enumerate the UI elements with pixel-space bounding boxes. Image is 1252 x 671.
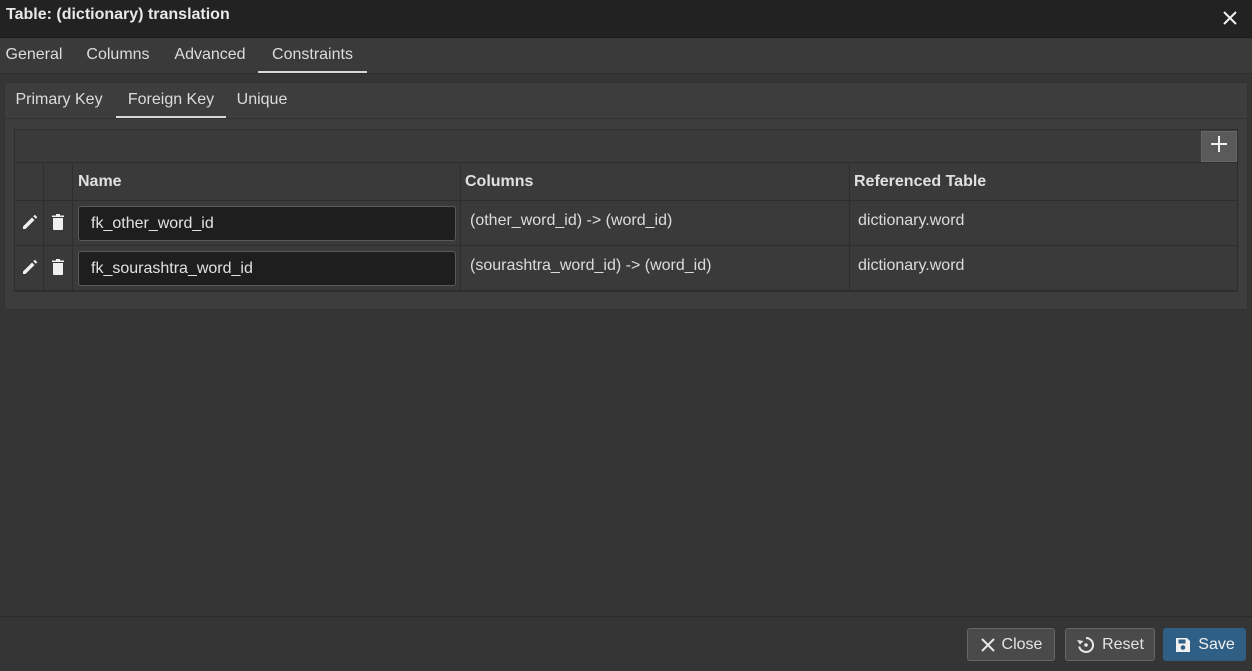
close-button-label: Close [1001,635,1043,653]
tab-columns[interactable]: Columns [76,38,160,73]
table-row: fk_sourashtra_word_id (sourashtra_word_i… [15,246,1237,291]
main-tabs: General Columns Advanced Constraints [0,38,1252,74]
columns-cell[interactable]: (sourashtra_word_id) -> (word_id) [470,246,711,290]
save-button[interactable]: Save [1163,628,1246,661]
header-referenced-table[interactable]: Referenced Table [854,163,986,200]
reset-icon [1076,635,1096,655]
constraint-name-field[interactable]: fk_sourashtra_word_id [78,251,456,286]
pencil-icon[interactable] [20,212,40,232]
grid-toolbar [15,130,1237,163]
close-icon [980,637,996,653]
foreign-key-grid: Name Columns Referenced Table fk_other_w… [14,129,1238,292]
trash-icon[interactable] [48,257,68,277]
dialog-title: Table: (dictionary) translation [6,6,230,23]
constraint-subtabs: Primary Key Foreign Key Unique [5,83,1247,119]
tab-advanced[interactable]: Advanced [166,38,254,73]
referenced-table-cell[interactable]: dictionary.word [858,201,964,245]
table-row: fk_other_word_id (other_word_id) -> (wor… [15,201,1237,246]
subtab-primary-key[interactable]: Primary Key [9,83,109,118]
tab-constraints[interactable]: Constraints [258,38,367,73]
pencil-icon[interactable] [20,257,40,277]
columns-cell[interactable]: (other_word_id) -> (word_id) [470,201,672,245]
subtab-foreign-key[interactable]: Foreign Key [116,83,226,118]
close-icon[interactable] [1222,10,1238,26]
floppy-disk-icon [1174,636,1192,654]
dialog-titlebar: Table: (dictionary) translation [0,0,1252,38]
referenced-table-cell[interactable]: dictionary.word [858,246,964,290]
close-button[interactable]: Close [967,628,1055,661]
tab-general[interactable]: General [0,38,68,73]
save-button-label: Save [1198,635,1235,653]
header-columns[interactable]: Columns [465,163,533,200]
grid-header: Name Columns Referenced Table [15,163,1237,201]
trash-icon[interactable] [48,212,68,232]
subtab-unique[interactable]: Unique [231,83,293,118]
reset-button-label: Reset [1102,635,1144,653]
reset-button[interactable]: Reset [1065,628,1155,661]
dialog-footer: Close Reset Save [0,616,1252,671]
constraints-panel: Primary Key Foreign Key Unique Name Colu… [4,82,1248,310]
plus-icon [1210,135,1228,158]
constraint-name-field[interactable]: fk_other_word_id [78,206,456,241]
add-row-button[interactable] [1201,131,1237,162]
header-name[interactable]: Name [78,163,122,200]
